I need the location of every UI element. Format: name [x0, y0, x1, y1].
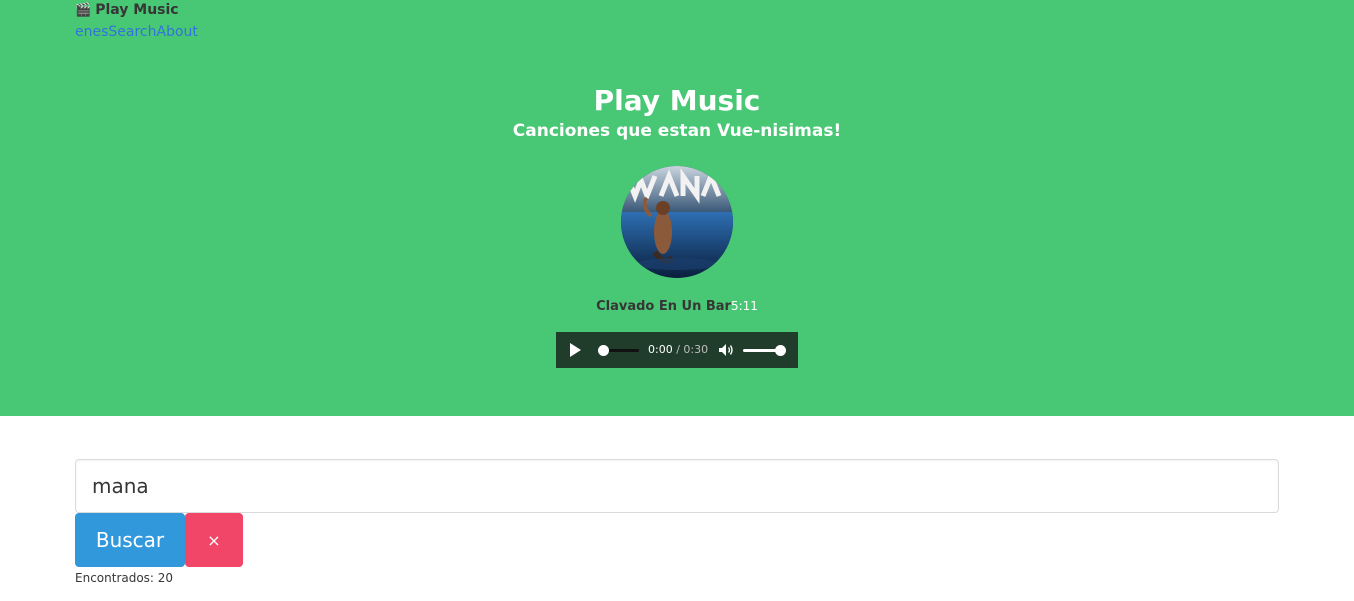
seek-handle[interactable]	[598, 345, 609, 356]
nav-links: enesSearchAbout	[75, 24, 198, 40]
track-duration: 5:11	[730, 299, 758, 313]
album-cover	[621, 166, 733, 278]
nav-link-about[interactable]: About	[157, 24, 198, 40]
total-time: 0:30	[683, 343, 709, 356]
brand-text: Play Music	[95, 2, 179, 18]
page-title: Play Music	[593, 84, 761, 117]
search-input[interactable]	[75, 459, 1279, 513]
results-count: Encontrados: 20	[75, 571, 174, 585]
current-time: 0:00	[648, 343, 673, 356]
film-icon: 🎬	[75, 2, 92, 18]
nav-link-enes[interactable]: enes	[75, 24, 108, 40]
volume-icon[interactable]	[718, 343, 734, 357]
hero-section: 🎬 Play Music enesSearchAbout Play Music …	[0, 0, 1354, 416]
page-subtitle: Canciones que estan Vue-nisimas!	[512, 121, 842, 141]
play-icon[interactable]	[570, 343, 581, 357]
track-name: Clavado En Un Bar	[596, 299, 731, 314]
nav-link-search[interactable]: Search	[108, 24, 156, 40]
clear-button[interactable]: ×	[185, 513, 243, 567]
brand[interactable]: 🎬 Play Music	[75, 2, 179, 18]
audio-player: 0:00 / 0:30	[556, 332, 798, 368]
now-playing: Clavado En Un Bar5:11	[0, 299, 1354, 314]
time-separator: /	[672, 343, 684, 356]
search-button[interactable]: Buscar	[75, 513, 185, 567]
time-display: 0:00 / 0:30	[648, 343, 708, 356]
album-cover-image	[621, 166, 733, 278]
volume-handle[interactable]	[775, 345, 786, 356]
